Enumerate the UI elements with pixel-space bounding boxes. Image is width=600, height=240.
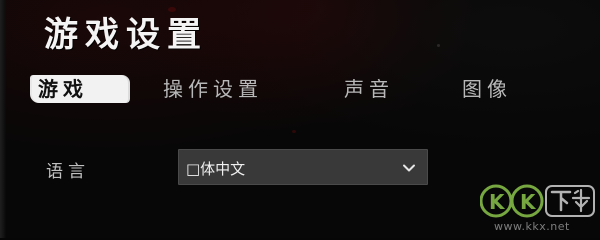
tab-controls[interactable]: 操作设置 (163, 75, 263, 103)
game-settings-screen: 游戏设置 游戏 操作设置 声音 图像 语言 □体中文 K K www.kkx.n… (0, 0, 600, 238)
kk-logo-icon: K K (480, 184, 595, 218)
page-title: 游戏设置 (44, 15, 208, 55)
tab-graphics[interactable]: 图像 (462, 75, 512, 103)
language-select[interactable]: □体中文 (178, 149, 428, 185)
tab-game[interactable]: 游戏 (32, 75, 128, 103)
watermark: K K www.kkx.net (480, 178, 598, 236)
watermark-url: www.kkx.net (494, 220, 570, 233)
background-ink-spot (437, 44, 440, 47)
language-label: 语言 (46, 162, 90, 182)
language-select-value: □体中文 (186, 160, 246, 178)
svg-text:K: K (520, 190, 537, 214)
tab-sound[interactable]: 声音 (344, 75, 394, 103)
svg-text:K: K (489, 190, 506, 214)
background-ink-spot (292, 130, 296, 133)
background-ink-spot (168, 7, 176, 12)
left-frame-border (0, 0, 6, 238)
chevron-down-icon (403, 164, 415, 172)
